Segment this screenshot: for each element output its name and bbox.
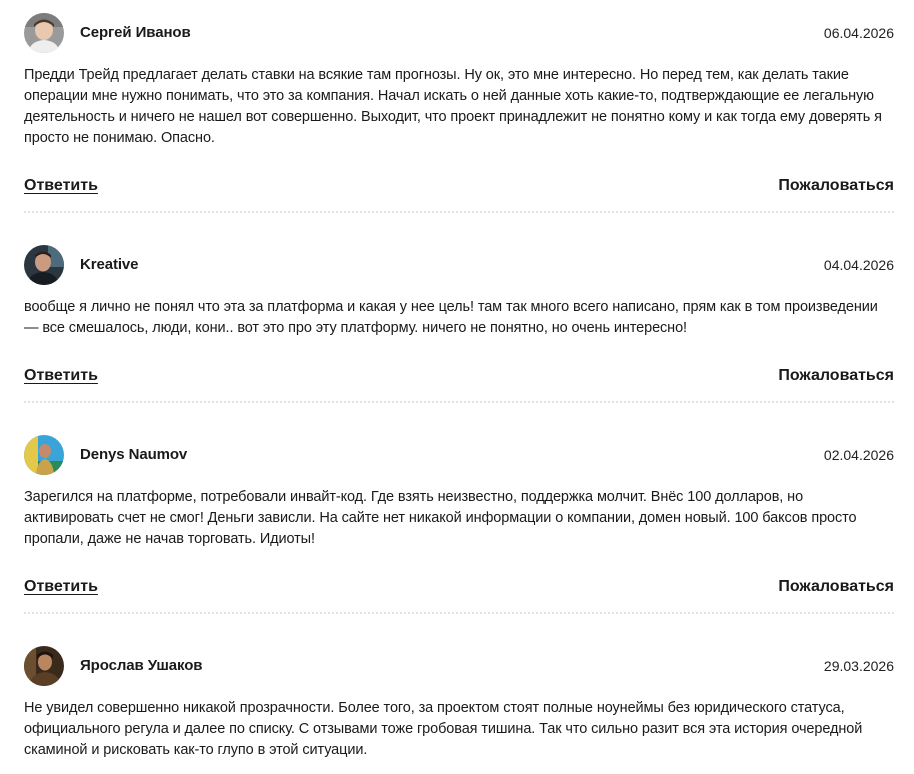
comment-item: Сергей Иванов 06.04.2026 Предди Трейд пр…	[24, 13, 894, 221]
comment-author: Denys Naumov	[80, 446, 188, 463]
comments-feed: Сергей Иванов 06.04.2026 Предди Трейд пр…	[0, 0, 914, 774]
comment-actions: Ответить Пожаловаться	[24, 364, 894, 388]
comment-author: Сергей Иванов	[80, 24, 191, 41]
comment-divider	[24, 401, 894, 403]
comment-author: Kreative	[80, 256, 139, 273]
comment-date: 06.04.2026	[823, 25, 894, 41]
avatar	[24, 245, 64, 285]
comment-text: вообще я лично не понял что эта за платф…	[24, 299, 878, 336]
avatar	[24, 435, 64, 475]
report-button[interactable]: Пожаловаться	[778, 575, 894, 599]
report-button[interactable]: Пожаловаться	[778, 174, 894, 198]
comment-date: 02.04.2026	[823, 447, 894, 463]
comment-author: Ярослав Ушаков	[80, 657, 203, 674]
comment-item: Kreative 04.04.2026 вообще я лично не по…	[24, 245, 894, 411]
comment-text: Не увидел совершенно никакой прозрачност…	[24, 700, 863, 758]
comment-date: 29.03.2026	[823, 658, 894, 674]
comment-actions: Ответить Пожаловаться	[24, 575, 894, 599]
comment-text: Предди Трейд предлагает делать ставки на…	[24, 67, 882, 146]
comment-item: Ярослав Ушаков 29.03.2026 Не увидел сове…	[24, 646, 894, 761]
comment-item: Denys Naumov 02.04.2026 Зарегился на пла…	[24, 435, 894, 622]
comment-divider	[24, 612, 894, 614]
comment-text: Зарегился на платформе, потребовали инва…	[24, 489, 857, 547]
reply-button[interactable]: Ответить	[24, 364, 98, 388]
comment-date: 04.04.2026	[823, 257, 894, 273]
avatar	[24, 646, 64, 686]
avatar	[24, 13, 64, 53]
comment-divider	[24, 211, 894, 213]
comment-header: Kreative 04.04.2026	[24, 245, 894, 285]
report-button[interactable]: Пожаловаться	[778, 364, 894, 388]
reply-button[interactable]: Ответить	[24, 575, 98, 599]
comment-header: Denys Naumov 02.04.2026	[24, 435, 894, 475]
comment-actions: Ответить Пожаловаться	[24, 174, 894, 198]
comment-header: Ярослав Ушаков 29.03.2026	[24, 646, 894, 686]
comment-header: Сергей Иванов 06.04.2026	[24, 13, 894, 53]
reply-button[interactable]: Ответить	[24, 174, 98, 198]
